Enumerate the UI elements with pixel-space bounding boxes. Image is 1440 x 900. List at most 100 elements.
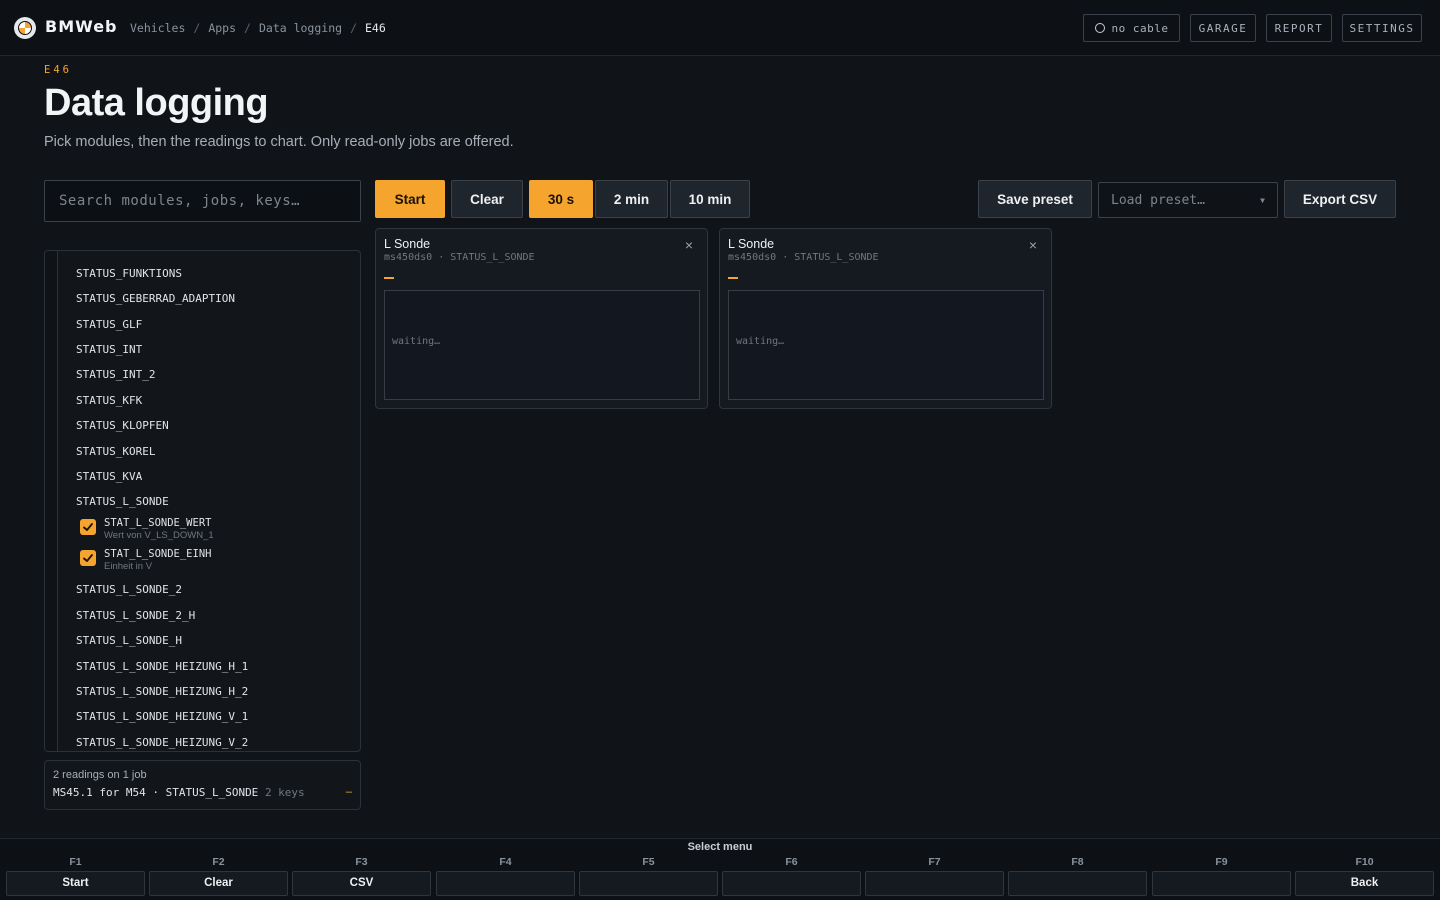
fkey-label: F3	[355, 856, 368, 868]
check-icon	[83, 554, 93, 562]
cable-status-label: no cable	[1111, 21, 1169, 35]
vehicle-eyebrow: E46	[44, 64, 72, 76]
fkey-f7: F7	[865, 855, 1004, 896]
checkbox-checked[interactable]	[80, 550, 96, 566]
fkey-f9: F9	[1152, 855, 1291, 896]
fkey-empty-button[interactable]	[1152, 871, 1291, 896]
chart-series-swatch	[384, 277, 394, 279]
chart-job: STATUS_L_SONDE	[450, 252, 535, 263]
chart-status: waiting…	[736, 336, 785, 347]
job-item-expanded[interactable]: STATUS_L_SONDE	[76, 495, 169, 508]
fkey-f10: F10 Back	[1295, 855, 1434, 896]
fkey-csv-button[interactable]: CSV	[292, 871, 431, 896]
brand-name[interactable]: BMWeb	[45, 17, 118, 36]
key-description: Einheit in V	[104, 561, 153, 572]
fkey-f1: F1 Start	[6, 855, 145, 896]
chart-title: L Sonde	[384, 237, 431, 251]
fkey-empty-button[interactable]	[436, 871, 575, 896]
window-30s-button[interactable]: 30 s	[529, 180, 593, 218]
summary-job-name: STATUS_L_SONDE	[165, 786, 259, 799]
job-item[interactable]: STATUS_KLOPFEN	[76, 419, 169, 432]
chart-plot-area: waiting…	[384, 290, 700, 400]
clear-button[interactable]: Clear	[451, 180, 523, 218]
job-item[interactable]: STATUS_L_SONDE_2_H	[76, 609, 195, 622]
page-subtitle: Pick modules, then the readings to chart…	[44, 134, 514, 150]
top-bar: BMWeb Vehicles / Apps / Data logging / E…	[0, 0, 1440, 56]
summary-job: MS45.1 for M54 · STATUS_L_SONDE 2 keys	[53, 786, 305, 799]
breadcrumb: Vehicles / Apps / Data logging / E46	[130, 21, 386, 35]
breadcrumb-data-logging[interactable]: Data logging	[259, 21, 342, 35]
checkbox-checked[interactable]	[80, 519, 96, 535]
fkey-back-button[interactable]: Back	[1295, 871, 1434, 896]
fkey-start-button[interactable]: Start	[6, 871, 145, 896]
chart-card: L Sonde ms450ds0 · STATUS_L_SONDE × wait…	[719, 228, 1052, 409]
chart-status: waiting…	[392, 336, 441, 347]
key-name: STAT_L_SONDE_WERT	[104, 517, 212, 529]
save-preset-button[interactable]: Save preset	[978, 180, 1092, 218]
job-item[interactable]: STATUS_INT_2	[76, 368, 155, 381]
job-item[interactable]: STATUS_L_SONDE_HEIZUNG_H_1	[76, 660, 248, 673]
key-row[interactable]: STAT_L_SONDE_WERT Wert von V_LS_DOWN_1	[80, 517, 214, 541]
breadcrumb-current: E46	[365, 21, 386, 35]
function-key-bar: Select menu F1 Start F2 Clear F3 CSV F4 …	[0, 838, 1440, 900]
fkey-label: F10	[1355, 856, 1374, 868]
close-icon[interactable]: ×	[685, 237, 693, 253]
check-icon	[83, 523, 93, 531]
settings-button[interactable]: SETTINGS	[1342, 14, 1422, 42]
job-item[interactable]: STATUS_L_SONDE_2	[76, 583, 182, 596]
job-item[interactable]: STATUS_FUNKTIONS	[76, 267, 182, 280]
chart-module: ms450ds0	[728, 252, 777, 263]
fkey-empty-button[interactable]	[1008, 871, 1147, 896]
summary-remove-icon[interactable]: –	[346, 786, 352, 798]
job-item[interactable]: STATUS_INT	[76, 343, 142, 356]
key-row[interactable]: STAT_L_SONDE_EINH Einheit in V	[80, 548, 211, 572]
fkey-label: F8	[1071, 856, 1084, 868]
window-2min-button[interactable]: 2 min	[595, 180, 668, 218]
job-list[interactable]: STATUS_FUNKTIONS STATUS_GEBERRAD_ADAPTIO…	[44, 250, 361, 752]
chart-source: ms450ds0 · STATUS_L_SONDE	[728, 252, 879, 263]
fkey-empty-button[interactable]	[865, 871, 1004, 896]
footer-title: Select menu	[687, 841, 753, 853]
fkey-f3: F3 CSV	[292, 855, 431, 896]
chart-card: L Sonde ms450ds0 · STATUS_L_SONDE × wait…	[375, 228, 708, 409]
job-item[interactable]: STATUS_L_SONDE_HEIZUNG_V_2	[76, 736, 248, 749]
search-input[interactable]	[44, 180, 361, 222]
start-button[interactable]: Start	[375, 180, 445, 218]
job-item[interactable]: STATUS_L_SONDE_H	[76, 634, 182, 647]
fkey-f2: F2 Clear	[149, 855, 288, 896]
key-name: STAT_L_SONDE_EINH	[104, 548, 212, 560]
key-description: Wert von V_LS_DOWN_1	[104, 530, 214, 541]
fkey-label: F6	[785, 856, 798, 868]
chevron-down-icon: ▼	[1260, 196, 1265, 205]
fkey-f8: F8	[1008, 855, 1147, 896]
garage-button[interactable]: GARAGE	[1190, 14, 1256, 42]
load-preset-select[interactable]: Load preset… ▼	[1098, 182, 1278, 218]
job-item[interactable]: STATUS_L_SONDE_HEIZUNG_V_1	[76, 710, 248, 723]
chart-series-swatch	[728, 277, 738, 279]
chart-dot: ·	[782, 252, 789, 263]
breadcrumb-separator: /	[350, 21, 357, 35]
window-10min-button[interactable]: 10 min	[670, 180, 750, 218]
logo-icon[interactable]	[14, 17, 36, 39]
job-item[interactable]: STATUS_GLF	[76, 318, 142, 331]
fkey-clear-button[interactable]: Clear	[149, 871, 288, 896]
summary-dot: ·	[152, 786, 159, 799]
fkey-empty-button[interactable]	[579, 871, 718, 896]
job-item[interactable]: STATUS_KOREL	[76, 445, 155, 458]
export-csv-button[interactable]: Export CSV	[1284, 180, 1396, 218]
breadcrumb-separator: /	[193, 21, 201, 35]
fkey-empty-button[interactable]	[722, 871, 861, 896]
job-item[interactable]: STATUS_KVA	[76, 470, 142, 483]
cable-status-button[interactable]: no cable	[1083, 14, 1180, 42]
close-icon[interactable]: ×	[1029, 237, 1037, 253]
report-button[interactable]: REPORT	[1266, 14, 1332, 42]
list-scrollbar[interactable]	[45, 251, 58, 751]
summary-keys: 2 keys	[264, 786, 305, 799]
fkey-label: F2	[212, 856, 225, 868]
breadcrumb-vehicles[interactable]: Vehicles	[130, 21, 185, 35]
job-item[interactable]: STATUS_L_SONDE_HEIZUNG_H_2	[76, 685, 248, 698]
job-item[interactable]: STATUS_KFK	[76, 394, 142, 407]
summary-count: 2 readings on 1 job	[53, 769, 147, 781]
job-item[interactable]: STATUS_GEBERRAD_ADAPTION	[76, 292, 235, 305]
breadcrumb-apps[interactable]: Apps	[208, 21, 236, 35]
